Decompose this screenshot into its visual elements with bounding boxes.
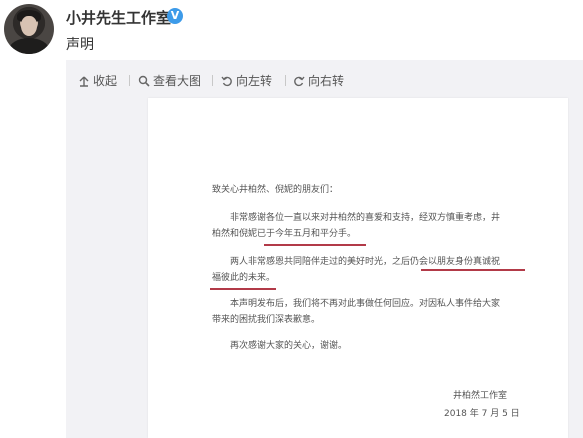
rotate-left-icon [221, 76, 232, 86]
collapse-button[interactable]: 收起 [78, 72, 117, 89]
image-card: 收起 查看大图 向左转 向右转 致关心井柏然、倪妮的朋友们： 非常感谢各位一直以… [66, 60, 583, 438]
letter-greeting: 致关心井柏然、倪妮的朋友们： [212, 185, 339, 195]
avatar-face [21, 16, 37, 36]
rotate-right-button[interactable]: 向右转 [293, 72, 344, 89]
paragraph-3-line-1: 本声明发布后，我们将不再对此事做任何回应。对因私人事件给大家 [230, 299, 501, 309]
view-large-button[interactable]: 查看大图 [138, 72, 201, 89]
collapse-label: 收起 [93, 74, 118, 88]
highlight-underline [210, 288, 276, 290]
toolbar-divider [129, 75, 130, 86]
author-name[interactable]: 小井先生工作室 [66, 7, 171, 28]
letter-date: 2018 年 7 月 5 日 [444, 409, 520, 419]
avatar[interactable] [4, 4, 54, 54]
rotate-left-button[interactable]: 向左转 [221, 72, 272, 89]
paragraph-1-line-2: 柏然和倪妮已于今年五月和平分手。 [212, 229, 357, 239]
rotate-right-icon [294, 76, 305, 86]
paragraph-1-line-1: 非常感谢各位一直以来对井柏然的喜爱和支持，经双方慎重考虑，井 [230, 213, 501, 223]
toolbar-divider [285, 75, 286, 86]
highlight-underline [421, 269, 525, 271]
post-text: 声明 [66, 37, 94, 53]
image-toolbar: 收起 查看大图 向左转 向右转 [66, 60, 583, 98]
rotate-right-label: 向右转 [308, 74, 345, 88]
paragraph-4: 再次感谢大家的关心，谢谢。 [230, 341, 348, 351]
highlight-underline [264, 244, 366, 246]
view-large-label: 查看大图 [153, 74, 202, 88]
rotate-left-label: 向左转 [236, 74, 273, 88]
paragraph-3-line-2: 带来的困扰我们深表歉意。 [212, 315, 321, 325]
avatar-body [9, 38, 49, 54]
paragraph-2-line-2: 福彼此的未来。 [212, 273, 276, 283]
letter-signature: 井柏然工作室 [453, 391, 508, 401]
verified-badge-icon: V [167, 8, 183, 24]
collapse-arrow-icon [79, 76, 89, 87]
toolbar-divider [212, 75, 213, 86]
search-icon [138, 75, 150, 87]
statement-image[interactable]: 致关心井柏然、倪妮的朋友们： 非常感谢各位一直以来对井柏然的喜爱和支持，经双方慎… [148, 98, 568, 438]
